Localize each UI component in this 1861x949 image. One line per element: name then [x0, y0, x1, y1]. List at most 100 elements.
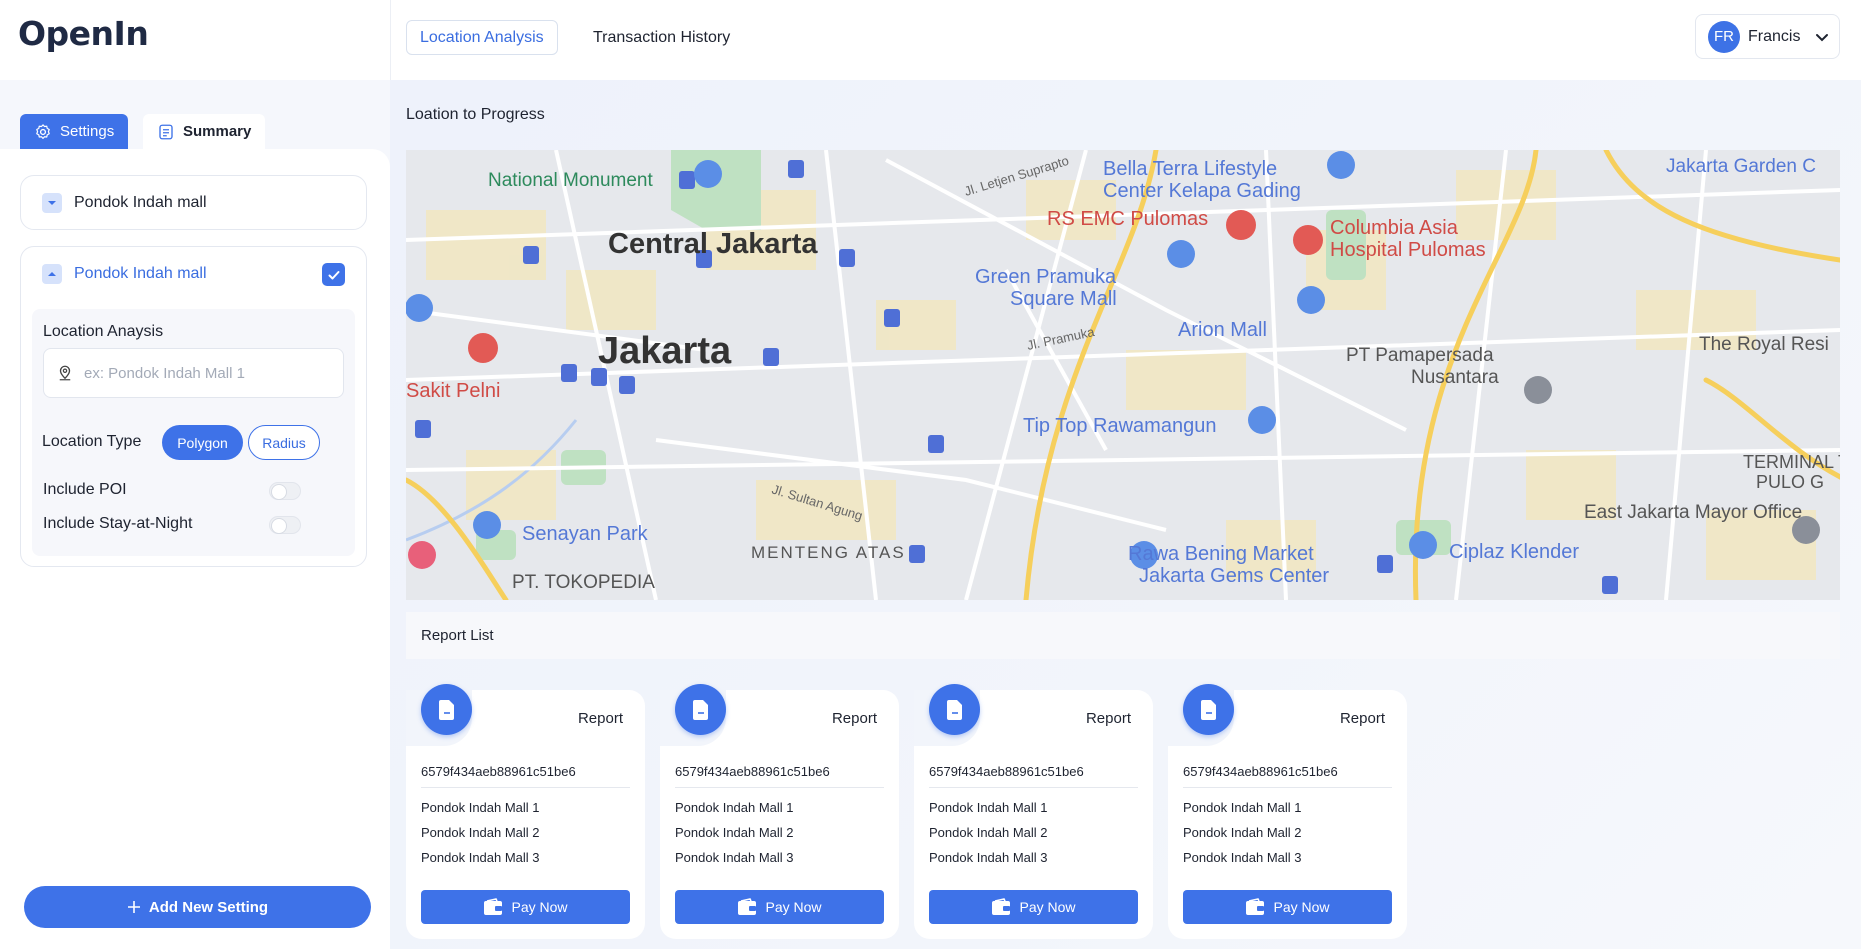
- pay-now-button[interactable]: Pay Now: [421, 890, 630, 924]
- file-icon: [929, 684, 980, 735]
- location-analysis-label: Location Anaysis: [43, 323, 164, 340]
- map-canvas[interactable]: National Monument Central Jakarta Jakart…: [406, 150, 1840, 600]
- tab-location-analysis[interactable]: Location Analysis: [406, 20, 558, 55]
- pay-now-button[interactable]: Pay Now: [675, 890, 884, 924]
- report-id: 6579f434aeb88961c51be6: [929, 764, 1084, 779]
- user-menu[interactable]: FR Francis: [1695, 14, 1840, 59]
- report-item: Pondok Indah Mall 2: [421, 825, 540, 840]
- chevron-down-icon: [1816, 33, 1829, 41]
- page-title: Loation to Progress: [406, 106, 545, 123]
- map-label: Jakarta: [598, 330, 732, 372]
- map-label: Green Pramuka: [975, 266, 1117, 288]
- setting-checkbox[interactable]: [322, 263, 345, 286]
- divider: [675, 787, 884, 788]
- map-label: Rawa Bening Market: [1128, 543, 1314, 565]
- report-item: Pondok Indah Mall 1: [1183, 800, 1302, 815]
- report-item: Pondok Indah Mall 1: [421, 800, 540, 815]
- location-search-field[interactable]: [43, 348, 344, 398]
- nav-divider: [390, 0, 391, 80]
- collapse-icon[interactable]: [42, 264, 62, 284]
- plus-icon: [127, 901, 140, 913]
- map-label: Square Mall: [1010, 288, 1117, 310]
- app-logo[interactable]: OpenIn: [18, 14, 149, 53]
- map-label: Bella Terra Lifestyle: [1103, 158, 1277, 180]
- report-item: Pondok Indah Mall 1: [675, 800, 794, 815]
- map-label: PT. TOKOPEDIA: [512, 572, 655, 593]
- report-title: Report: [577, 710, 623, 727]
- file-icon: [675, 684, 726, 735]
- report-item: Pondok Indah Mall 2: [675, 825, 794, 840]
- map-label: Central Jakarta: [608, 228, 818, 260]
- divider: [421, 787, 630, 788]
- map-label: Jakarta Gems Center: [1139, 565, 1329, 587]
- map-label: Tip Top Rawamangun: [1023, 415, 1216, 437]
- report-item: Pondok Indah Mall 2: [1183, 825, 1302, 840]
- wallet-icon: [738, 898, 757, 915]
- report-item: Pondok Indah Mall 1: [929, 800, 1048, 815]
- report-title: Report: [1339, 710, 1385, 727]
- report-item: Pondok Indah Mall 3: [675, 850, 794, 865]
- map-label: RS EMC Pulomas: [1047, 208, 1208, 230]
- report-item: Pondok Indah Mall 2: [929, 825, 1048, 840]
- map-label: Hospital Pulomas: [1330, 239, 1486, 261]
- setting-card-expanded: Pondok Indah mall Location Anaysis Locat…: [20, 246, 367, 567]
- expand-icon[interactable]: [42, 192, 62, 213]
- sidebar-tab-settings[interactable]: Settings: [20, 114, 129, 149]
- pay-now-button[interactable]: Pay Now: [929, 890, 1138, 924]
- check-icon: [328, 270, 339, 279]
- include-poi-label: Include POI: [43, 481, 127, 498]
- sidebar-tab-label: Summary: [183, 123, 252, 140]
- map-label: Sakit Pelni: [406, 380, 501, 402]
- report-id: 6579f434aeb88961c51be6: [675, 764, 830, 779]
- include-poi-toggle[interactable]: [269, 482, 301, 500]
- pay-now-button[interactable]: Pay Now: [1183, 890, 1392, 924]
- file-icon: [1183, 684, 1234, 735]
- map-label: TERMINAL T: [1743, 452, 1840, 472]
- report-item: Pondok Indah Mall 3: [1183, 850, 1302, 865]
- map-label: National Monument: [488, 170, 653, 191]
- sidebar-tab-label: Settings: [60, 123, 115, 140]
- map-label: Center Kelapa Gading: [1103, 180, 1301, 202]
- report-card: Report 6579f434aeb88961c51be6 Pondok Ind…: [660, 684, 899, 939]
- pay-now-label: Pay Now: [765, 899, 822, 915]
- map-label: PULO G: [1756, 472, 1824, 492]
- map-view[interactable]: National Monument Central Jakarta Jakart…: [406, 150, 1840, 600]
- pay-now-label: Pay Now: [511, 899, 568, 915]
- wallet-icon: [484, 898, 503, 915]
- top-bar: [0, 0, 1861, 80]
- wallet-icon: [1246, 898, 1265, 915]
- document-icon: [159, 124, 173, 139]
- location-pin-icon: [59, 365, 71, 381]
- setting-name: Pondok Indah mall: [74, 265, 207, 282]
- file-icon: [421, 684, 472, 735]
- map-label: Ciplaz Klender: [1449, 541, 1579, 563]
- report-list-title: Report List: [421, 627, 494, 644]
- include-night-toggle[interactable]: [269, 516, 301, 534]
- tab-transaction-history[interactable]: Transaction History: [580, 20, 743, 55]
- add-new-setting-button[interactable]: Add New Setting: [24, 886, 371, 928]
- map-label: Senayan Park: [522, 523, 649, 545]
- polygon-option[interactable]: Polygon: [162, 425, 243, 460]
- wallet-icon: [992, 898, 1011, 915]
- setting-header[interactable]: Pondok Indah mall: [42, 264, 207, 284]
- location-type-label: Location Type: [42, 433, 142, 450]
- add-button-label: Add New Setting: [148, 898, 269, 916]
- report-id: 6579f434aeb88961c51be6: [1183, 764, 1338, 779]
- radius-option[interactable]: Radius: [248, 425, 320, 460]
- avatar: FR: [1708, 20, 1740, 53]
- map-label: MENTENG ATAS: [751, 543, 906, 562]
- report-list-header: Report List: [406, 612, 1840, 659]
- setting-name: Pondok Indah mall: [74, 193, 207, 211]
- map-label: Nusantara: [1411, 367, 1499, 388]
- setting-form: Location Anaysis Location Type Polygon R…: [32, 309, 355, 556]
- map-label: Jakarta Garden C: [1666, 156, 1816, 177]
- search-input[interactable]: [84, 364, 324, 382]
- include-night-label: Include Stay-at-Night: [43, 515, 193, 532]
- report-card: Report 6579f434aeb88961c51be6 Pondok Ind…: [1168, 684, 1407, 939]
- report-title: Report: [1085, 710, 1131, 727]
- sidebar-tab-summary[interactable]: Summary: [143, 114, 266, 149]
- divider: [929, 787, 1138, 788]
- report-item: Pondok Indah Mall 3: [421, 850, 540, 865]
- setting-card-collapsed[interactable]: Pondok Indah mall: [20, 175, 367, 230]
- gear-icon: [36, 123, 50, 139]
